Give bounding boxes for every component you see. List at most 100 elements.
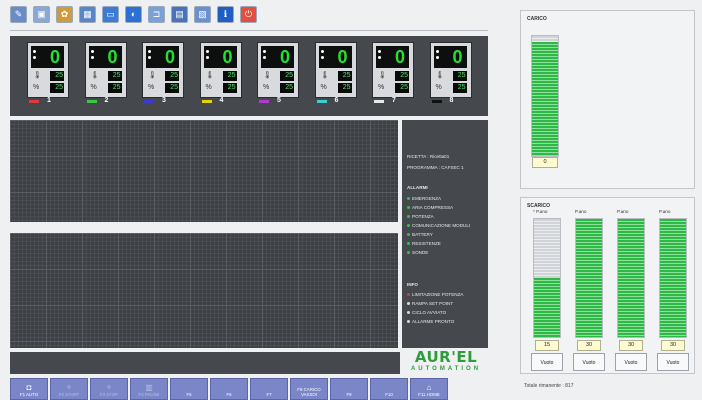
setpoint-row: 🌡 25	[146, 71, 179, 81]
monitor-icon[interactable]: ▭	[102, 5, 119, 23]
image-icon[interactable]: ▣	[33, 5, 50, 23]
setpoint-value: 25	[452, 71, 467, 81]
indicator-dot	[33, 50, 36, 53]
status-led-icon	[407, 215, 410, 218]
zone-tile[interactable]: 0 🌡 25% 25	[199, 42, 242, 98]
fkey-6[interactable]: F6	[210, 378, 248, 400]
zone-color-swatch	[431, 100, 442, 103]
divider	[10, 30, 488, 31]
zone-display: 0	[376, 46, 409, 68]
carico-value: 0	[532, 157, 558, 168]
zone-color-swatch	[201, 100, 212, 103]
zone-tile[interactable]: 0 🌡 25% 25	[142, 42, 184, 98]
fkey-9[interactable]: F9	[330, 378, 368, 400]
alarm-item: COMUNICAZIONE MODULI	[407, 223, 470, 228]
zone-number: 7	[392, 97, 396, 104]
gauge-fill	[532, 42, 558, 156]
alarm-label: ARIA COMPRESSA	[412, 205, 454, 210]
actual-row: % 25	[434, 83, 467, 93]
vuoto-button[interactable]: Vuoto	[657, 353, 689, 371]
grid-icon[interactable]: ▦	[79, 5, 96, 23]
indicator-dot	[205, 56, 209, 59]
zone-value: 0	[49, 47, 60, 67]
fkey-2[interactable]: ✧ F2 START	[50, 378, 88, 400]
actual-row: % 25	[146, 83, 179, 93]
thermometer-icon: 🌡	[90, 72, 100, 79]
message-bar	[10, 352, 400, 374]
gauge-fill	[534, 278, 560, 337]
gauge-fill	[660, 219, 686, 337]
alarm-item: POTENZA	[407, 214, 434, 219]
alarm-item: EMERGENZA	[407, 196, 441, 201]
zone-tile[interactable]: 0 🌡 25% 25	[257, 42, 299, 98]
alarm-label: RESISTENZE	[412, 241, 441, 246]
edit-icon[interactable]: ✎	[10, 5, 27, 23]
info-label: ALLARME PRONTO	[412, 319, 455, 324]
zone-value: 0	[337, 47, 348, 67]
scarico-gauge	[575, 218, 603, 338]
gauge-icon: %	[378, 84, 385, 91]
fkey-7[interactable]: F7	[250, 378, 288, 400]
fkey-label: F2 START	[58, 392, 80, 397]
setpoint-row: 🌡 25	[31, 71, 64, 81]
status-led-icon	[407, 197, 410, 200]
vuoto-button[interactable]: Vuoto	[531, 353, 563, 371]
scarico-value: 30	[661, 340, 685, 351]
zone-tile[interactable]: 0 🌡 25% 25	[84, 42, 127, 98]
gauge-icon: %	[263, 84, 270, 91]
zone-value: 0	[279, 47, 290, 67]
zone-tile[interactable]: 0 🌡 25% 25	[314, 42, 357, 98]
status-led-icon	[407, 242, 410, 245]
zone-number: 6	[334, 97, 339, 104]
setpoint-value: 25	[280, 71, 294, 81]
info-icon[interactable]: ℹ	[217, 5, 234, 23]
info-panel: RICETTA : Ricetta01 PROGRAMMA : CAFSEC 1…	[402, 120, 488, 348]
zone-tile[interactable]: 0 🌡 25 % 25	[372, 42, 414, 98]
fkey-10[interactable]: F10	[370, 378, 408, 400]
fkey-5[interactable]: F5	[170, 378, 208, 400]
alarm-label: POTENZA	[412, 214, 434, 219]
zone-value: 0	[222, 47, 233, 67]
thermometer-icon: 🌡	[263, 72, 272, 79]
fkey-3[interactable]: ✧ F3 STOP	[90, 378, 128, 400]
fkey-icon: ⌂	[426, 383, 432, 392]
actual-row: % 25	[376, 83, 409, 93]
logo-subtext: AUTOMATION	[410, 366, 482, 372]
vuoto-button[interactable]: Vuoto	[615, 353, 647, 371]
info-item: CICLO AVVIATO	[407, 310, 446, 315]
vuoto-button[interactable]: Vuoto	[573, 353, 605, 371]
fkey-1[interactable]: ◘ F1 AUTO	[10, 378, 48, 400]
paint-icon[interactable]: ✿	[56, 5, 73, 23]
zone-tile[interactable]: 0 🌡 25% 25	[429, 42, 472, 98]
actual-value: 25	[50, 83, 64, 93]
actual-value: 25	[452, 83, 467, 93]
fkey-11[interactable]: ⌂ F11 HOME	[410, 378, 448, 400]
column-header: P.ano	[575, 209, 587, 214]
tag-icon[interactable]: ⊐	[148, 5, 165, 23]
actual-value: 25	[107, 83, 122, 93]
folder-icon[interactable]: ▧	[194, 5, 211, 23]
thermometer-icon: 🌡	[148, 72, 157, 79]
chart-icon[interactable]: ◐	[125, 5, 142, 23]
power-icon[interactable]: ⏻	[240, 5, 257, 23]
fkey-8[interactable]: F8 CARICO VASSOI	[290, 378, 328, 400]
indicator-dot	[90, 56, 94, 59]
zone-tile[interactable]: 0 🌡 25% 25	[27, 42, 69, 98]
fkey-4[interactable]: ▥ F4 PAUSE	[130, 378, 168, 400]
actual-row: % 25	[319, 83, 352, 93]
zone-color-swatch	[259, 100, 269, 103]
info-item: RAMPA SET POINT	[407, 301, 453, 306]
setpoint-value: 25	[107, 71, 122, 81]
status-led-icon	[407, 302, 410, 305]
thermometer-icon: 🌡	[378, 72, 387, 79]
setpoint-value: 25	[395, 71, 409, 81]
actual-value: 25	[337, 83, 352, 93]
info-item: ALLARME PRONTO	[407, 319, 454, 324]
indicator-dot	[435, 56, 439, 59]
thermometer-icon: 🌡	[435, 72, 445, 79]
thermometer-icon: 🌡	[320, 72, 330, 79]
alarms-title: ALLARMI	[407, 185, 428, 190]
calculator-icon[interactable]: ▤	[171, 5, 188, 23]
zone-display: 0	[261, 46, 294, 68]
carico-title: CARICO	[527, 16, 547, 22]
